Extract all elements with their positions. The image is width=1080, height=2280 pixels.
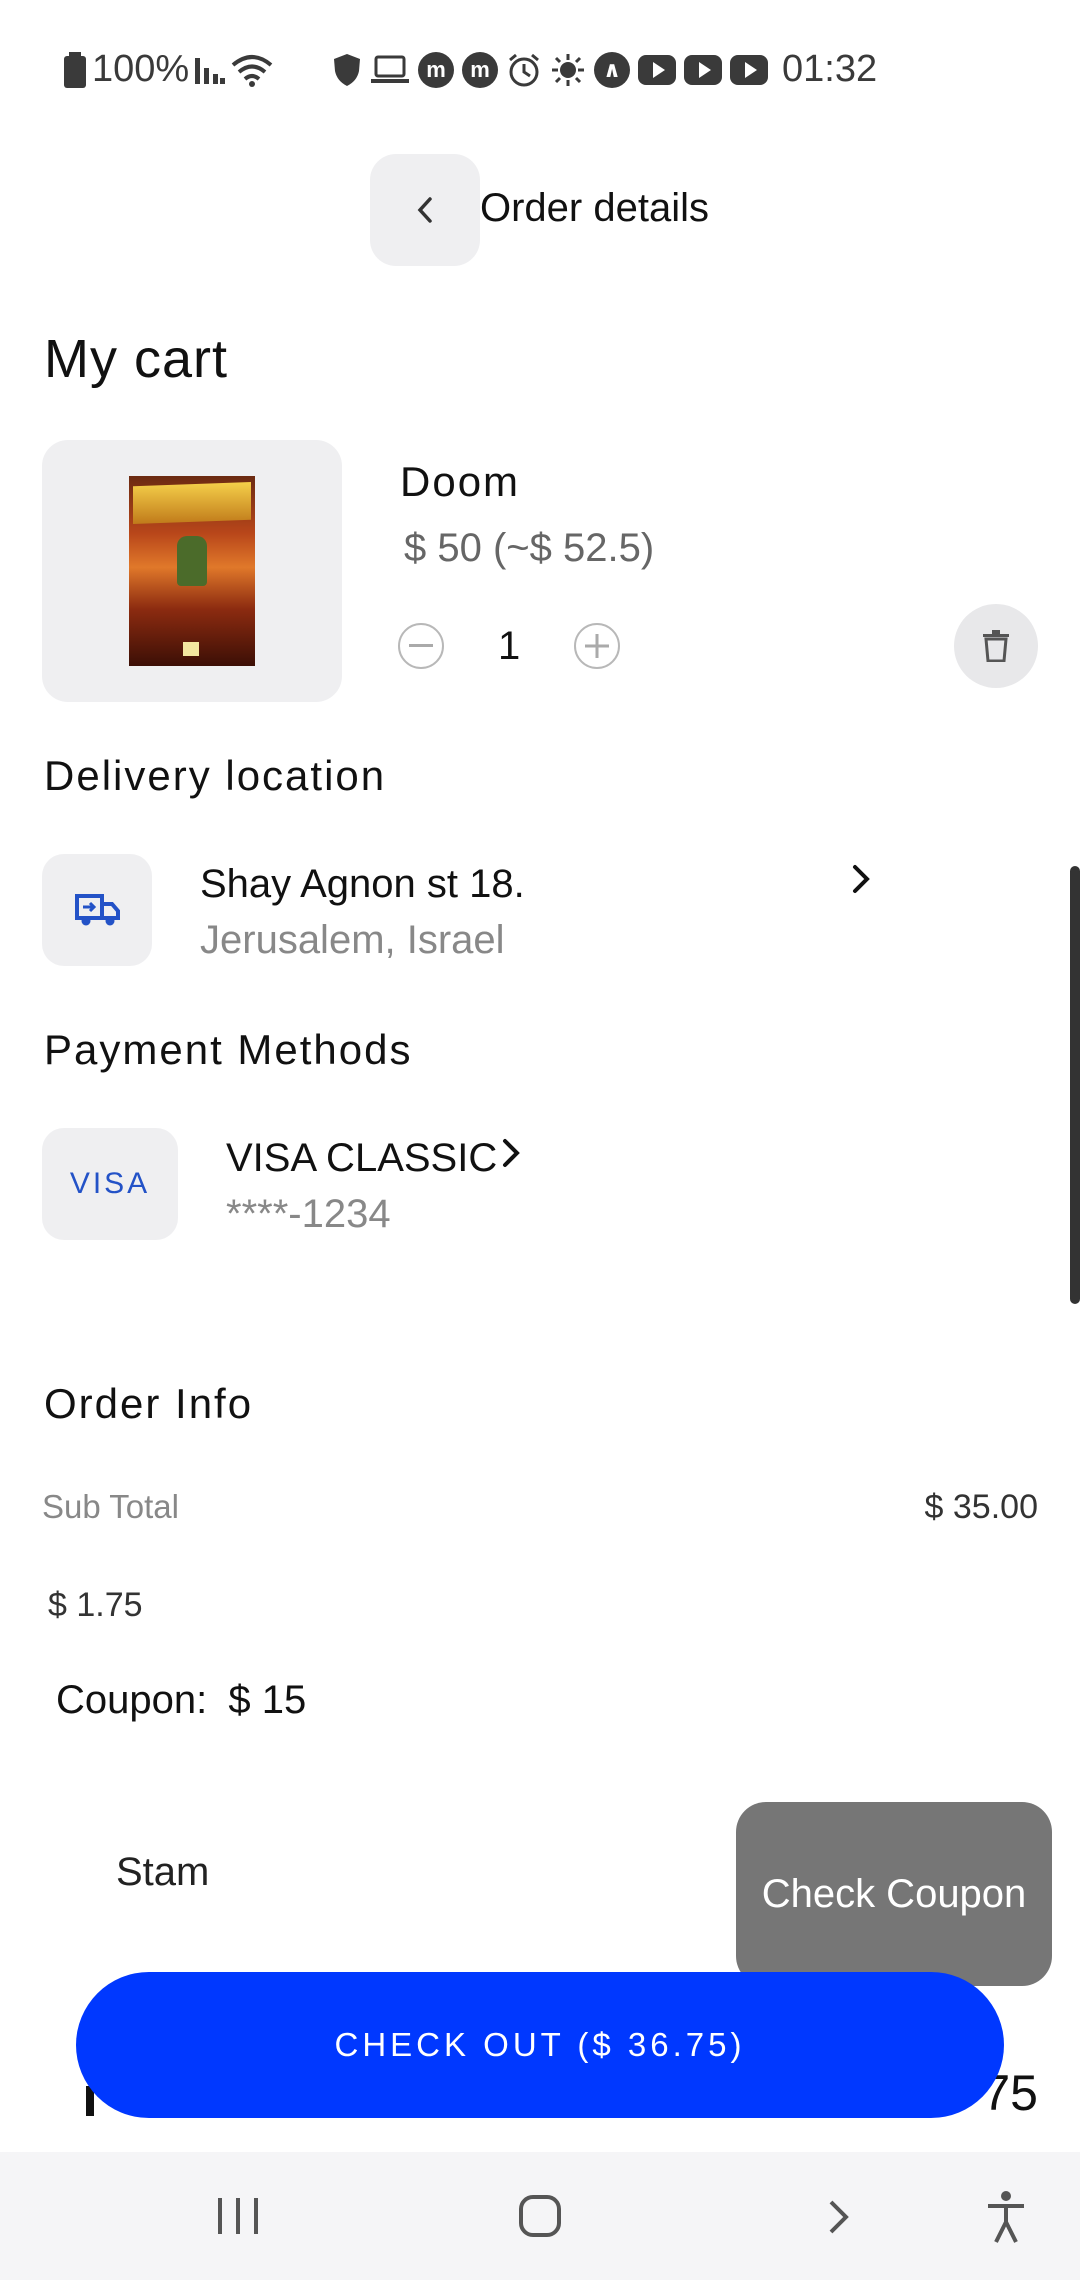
checkout-button[interactable]: CHECK OUT ($ 36.75) [76, 1972, 1004, 2118]
brightness-icon [552, 53, 584, 86]
address-line2: Jerusalem, Israel [200, 918, 505, 962]
youtube-icon [684, 54, 722, 85]
scrollbar[interactable] [1070, 866, 1080, 1304]
chevron-right-icon [853, 865, 870, 893]
payment-title: Payment Methods [44, 1026, 413, 1073]
truck-icon [75, 894, 120, 926]
doom-cover-art [129, 476, 255, 666]
battery-icon [64, 51, 86, 88]
app-caret-icon: ∧ [594, 51, 630, 88]
increase-quantity-button[interactable] [574, 623, 620, 669]
coupon-value: $ 15 [228, 1678, 307, 1722]
page-title: Order details [480, 186, 709, 230]
trash-icon [983, 630, 1009, 662]
youtube-icon [638, 54, 676, 85]
coupon-input[interactable]: Stam [116, 1850, 209, 1895]
clock: 01:32 [782, 48, 878, 90]
cart-title: My cart [44, 329, 229, 389]
check-coupon-button[interactable]: Check Coupon [736, 1802, 1052, 1986]
product-price: $ 50 (~$ 52.5) [404, 526, 655, 570]
plus-icon [585, 634, 609, 658]
chevron-left-icon [417, 197, 432, 223]
status-right: m m ∧ 01:32 [332, 48, 877, 91]
alarm-icon [509, 53, 539, 86]
subtotal-label: Sub Total [42, 1488, 179, 1525]
delete-item-button[interactable] [954, 604, 1038, 688]
card-number: ****-1234 [226, 1192, 391, 1236]
minus-icon [409, 644, 433, 647]
home-icon [519, 2195, 561, 2237]
card-arrow-button[interactable] [500, 1136, 522, 1175]
back-button[interactable] [370, 154, 480, 266]
order-info-title: Order Info [44, 1380, 254, 1427]
visa-card-icon: VISA [42, 1128, 178, 1240]
decrease-quantity-button[interactable] [398, 623, 444, 669]
chevron-right-icon [503, 1139, 520, 1167]
status-left: 100% [64, 48, 273, 91]
accessibility-icon [988, 2191, 1024, 2243]
battery-percent: 100% [92, 48, 190, 90]
recent-apps-button[interactable] [216, 2196, 260, 2241]
laptop-icon [371, 55, 409, 83]
home-button[interactable] [518, 2194, 562, 2243]
youtube-icon [730, 54, 768, 85]
wifi-icon [231, 54, 273, 87]
chevron-right-icon [829, 2200, 849, 2234]
product-name: Doom [400, 458, 521, 505]
recent-apps-icon [218, 2198, 258, 2234]
coupon-row: Coupon: $ 15 [56, 1678, 306, 1723]
quantity-value: 1 [498, 624, 521, 668]
accessibility-button[interactable] [986, 2190, 1026, 2249]
coupon-label: Coupon: [56, 1678, 208, 1722]
back-nav-button[interactable] [826, 2198, 852, 2241]
status-bar: 100% m m ∧ 01:32 [0, 0, 1080, 136]
address-line1[interactable]: Shay Agnon st 18. [200, 862, 525, 907]
navigation-bar [0, 2152, 1080, 2280]
app-m-icon: m [462, 51, 498, 88]
delivery-icon-box [42, 854, 152, 966]
fee-value: $ 1.75 [48, 1586, 143, 1624]
product-image[interactable] [42, 440, 342, 702]
signal-icon [195, 57, 226, 84]
delivery-title: Delivery location [44, 752, 387, 799]
app-m-icon: m [418, 51, 454, 88]
shield-icon [334, 53, 360, 86]
address-arrow-button[interactable] [850, 862, 872, 901]
card-name[interactable]: VISA CLASSIC [226, 1136, 497, 1181]
subtotal-value: $ 35.00 [924, 1488, 1038, 1526]
